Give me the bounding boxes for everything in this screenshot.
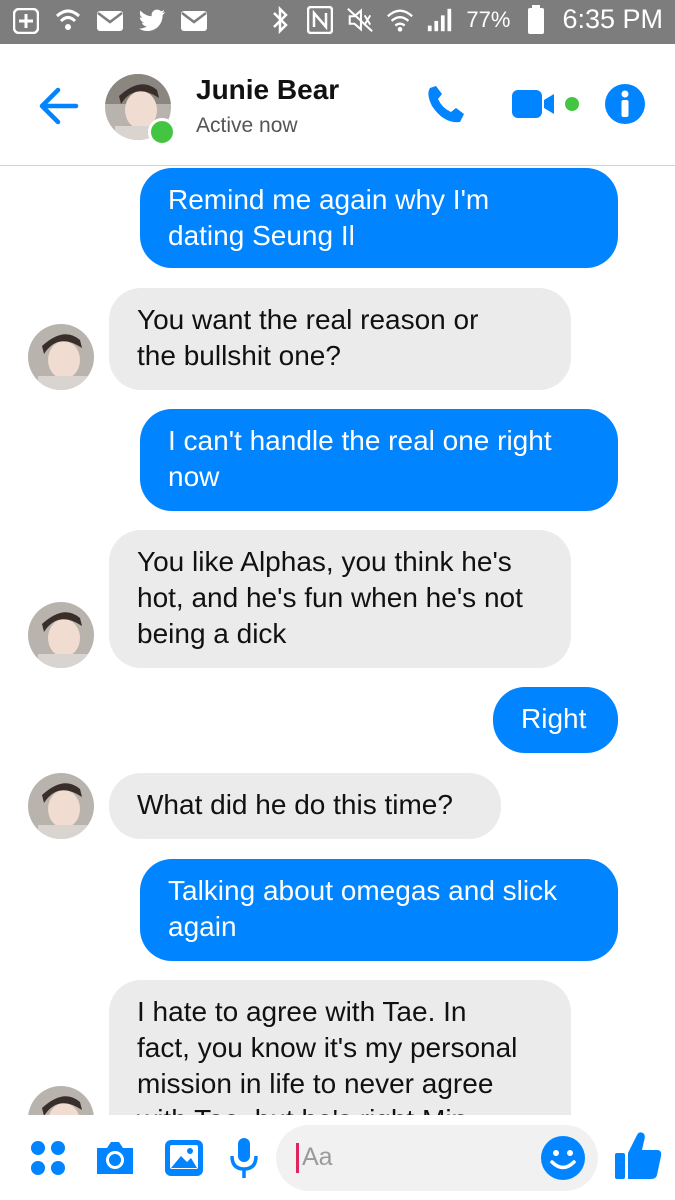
message-bubble-outgoing[interactable]: Talking about omegas and slick again — [140, 859, 618, 961]
mute-icon — [346, 5, 374, 35]
conversation-header: Junie Bear Active now — [0, 44, 675, 166]
thumbs-up-icon — [615, 1132, 662, 1179]
mail-icon — [180, 6, 208, 36]
sender-avatar[interactable] — [28, 324, 94, 390]
add-icon — [12, 6, 40, 36]
sender-avatar[interactable] — [28, 773, 94, 839]
message-line: Remind me again why I'm — [168, 184, 490, 215]
message-bubble-incoming[interactable]: What did he do this time? — [109, 773, 501, 839]
message-line: Right — [521, 703, 587, 734]
contact-status: Active now — [196, 114, 298, 137]
message-line: fact, you know it's my personal — [137, 1032, 518, 1063]
message-line: What did he do this time? — [137, 789, 453, 820]
message-bubble-incoming[interactable]: You want the real reason or the bullshit… — [109, 288, 571, 390]
wifi-icon — [386, 5, 414, 35]
message-line: I hate to agree with Tae. In — [137, 996, 467, 1027]
sender-avatar[interactable] — [28, 1086, 94, 1115]
message-input[interactable]: Aa — [276, 1125, 598, 1191]
message-line: hot, and he's fun when he's not — [137, 582, 523, 613]
message-line: You want the real reason or — [137, 304, 479, 335]
message-bubble-outgoing[interactable]: Right — [493, 687, 618, 753]
message-input-placeholder: Aa — [302, 1143, 333, 1171]
message-line: now — [168, 461, 220, 492]
gallery-button[interactable] — [162, 1135, 206, 1181]
nfc-icon — [306, 5, 334, 35]
gallery-icon — [165, 1140, 203, 1176]
message-line: the bullshit one? — [137, 340, 341, 371]
message-line: again — [168, 911, 237, 942]
sender-avatar[interactable] — [28, 602, 94, 668]
mail-icon — [96, 6, 124, 36]
microphone-icon — [230, 1138, 258, 1178]
wifi-calling-icon — [54, 6, 82, 36]
message-line: with Tae, but he's right Min — [137, 1102, 543, 1115]
emoji-icon[interactable] — [540, 1135, 586, 1181]
voice-call-button[interactable] — [420, 78, 472, 130]
message-line: mission in life to never agree — [137, 1068, 494, 1099]
message-line: being a dick — [137, 618, 287, 649]
clock: 6:35 PM — [562, 4, 663, 34]
like-button[interactable] — [612, 1127, 664, 1185]
message-line: Talking about omegas and slick — [168, 875, 558, 906]
message-line: dating Seung Il — [168, 220, 355, 251]
video-icon — [512, 90, 579, 118]
twitter-icon — [138, 6, 166, 36]
message-bubble-incoming[interactable]: You like Alphas, you think he's hot, and… — [109, 530, 571, 668]
signal-icon — [426, 5, 454, 35]
bluetooth-icon — [266, 5, 294, 35]
info-icon — [605, 84, 645, 124]
message-bubble-outgoing[interactable]: Remind me again why I'm dating Seung Il — [140, 168, 618, 268]
video-call-button[interactable] — [510, 78, 586, 130]
contact-name[interactable]: Junie Bear — [196, 74, 339, 106]
message-bubble-incoming[interactable]: I hate to agree with Tae. In fact, you k… — [109, 980, 571, 1115]
more-button[interactable] — [26, 1135, 70, 1181]
message-bubble-outgoing[interactable]: I can't handle the real one right now — [140, 409, 618, 511]
message-thread[interactable]: Remind me again why I'm dating Seung Il … — [0, 166, 675, 1115]
back-button[interactable] — [32, 80, 84, 132]
text-cursor — [296, 1143, 299, 1173]
voice-message-button[interactable] — [226, 1135, 262, 1181]
battery-percent: 77% — [466, 6, 511, 32]
active-indicator — [148, 118, 176, 146]
status-bar: 77% 6:35 PM — [0, 0, 675, 44]
back-arrow-icon — [39, 87, 79, 125]
camera-button[interactable] — [92, 1135, 138, 1181]
composer-bar: Aa — [0, 1115, 675, 1200]
camera-icon — [97, 1142, 133, 1174]
message-line: You like Alphas, you think he's — [137, 546, 512, 577]
phone-icon — [428, 86, 464, 123]
info-button[interactable] — [602, 78, 648, 130]
more-icon — [31, 1141, 65, 1175]
battery-icon — [522, 4, 550, 35]
message-line: I can't handle the real one right — [168, 425, 552, 456]
